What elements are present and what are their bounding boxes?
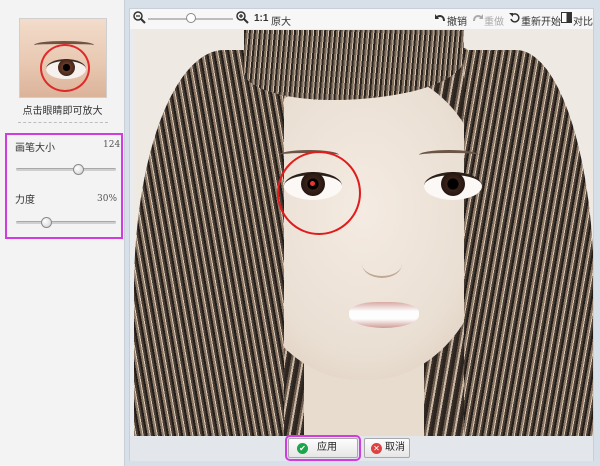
check-icon: ✔ — [297, 443, 308, 454]
apply-button[interactable]: ✔ 应用 — [285, 435, 361, 461]
strength-value: 30% — [97, 194, 118, 204]
nose — [362, 250, 402, 278]
zoom-out-icon[interactable] — [133, 11, 146, 27]
right-iris — [441, 172, 465, 196]
brush-cursor-ring — [277, 151, 361, 235]
strength-label: 力度 — [15, 195, 35, 206]
undo-icon[interactable] — [435, 12, 446, 26]
eye-preview-thumbnail[interactable] — [19, 18, 107, 98]
actual-size-button[interactable]: 原大 — [271, 13, 291, 28]
cancel-button[interactable]: ✕ 取消 — [364, 438, 410, 458]
left-panel: 点击眼睛即可放大 画笔大小 124 力度 30% — [0, 0, 125, 466]
action-bar: ✔ 应用 ✕ 取消 — [130, 435, 593, 461]
brush-size-label: 画笔大小 — [15, 143, 55, 154]
brush-size-value: 124 — [103, 140, 121, 150]
compare-icon[interactable] — [561, 12, 572, 26]
brush-size-slider[interactable] — [16, 168, 116, 171]
hair-left — [134, 50, 284, 436]
photo-canvas[interactable] — [134, 30, 593, 436]
cancel-label: 取消 — [385, 442, 405, 453]
toolbar: 1:1 原大 撤销 重做 重新开始 对比 — [130, 9, 593, 29]
thumbnail-caption: 点击眼睛即可放大 — [22, 106, 103, 117]
close-icon: ✕ — [371, 443, 382, 454]
mouth — [349, 302, 419, 328]
brush-size-slider-handle[interactable] — [73, 164, 84, 175]
right-eyebrow — [419, 150, 479, 160]
actual-size-ratio[interactable]: 1:1 — [254, 13, 268, 24]
apply-label: 应用 — [317, 442, 337, 453]
undo-button[interactable]: 撤销 — [447, 13, 467, 28]
zoom-slider-handle[interactable] — [186, 13, 196, 23]
thumb-brush-ring — [40, 44, 90, 92]
redo-icon — [472, 12, 483, 26]
redo-button: 重做 — [484, 17, 504, 28]
strength-slider[interactable] — [16, 221, 116, 224]
strength-slider-handle[interactable] — [41, 217, 52, 228]
editor-area: 1:1 原大 撤销 重做 重新开始 对比 ✔ 应用 ✕ 取消 — [129, 8, 594, 461]
divider — [18, 122, 108, 123]
adjustment-panel: 画笔大小 124 力度 30% — [5, 133, 123, 239]
compare-button[interactable]: 对比 — [573, 13, 593, 28]
restart-button[interactable]: 重新开始 — [521, 13, 561, 28]
restart-icon[interactable] — [509, 12, 520, 26]
hair-right — [464, 50, 593, 436]
zoom-in-icon[interactable] — [236, 11, 249, 27]
